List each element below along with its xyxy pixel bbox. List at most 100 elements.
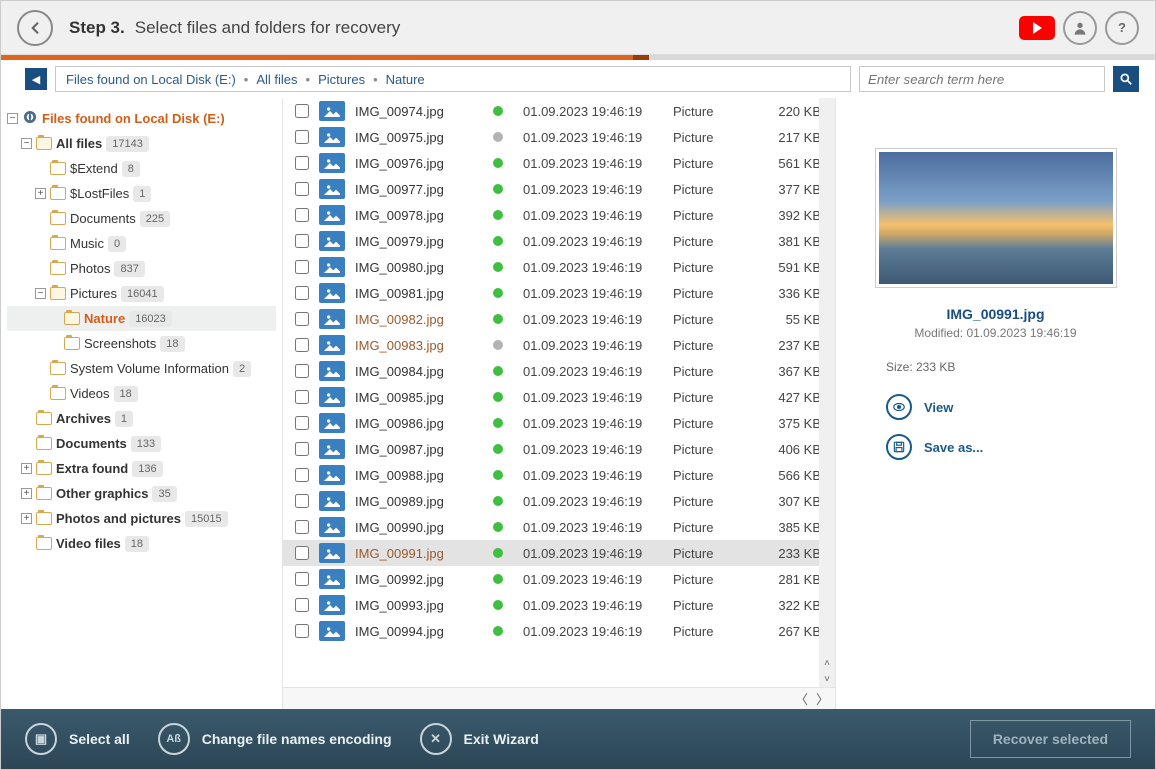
file-row[interactable]: IMG_00985.jpg01.09.2023 19:46:19Picture4… — [283, 384, 835, 410]
file-checkbox[interactable] — [295, 182, 309, 196]
tree-item[interactable]: Screenshots18 — [7, 331, 276, 356]
saveas-button[interactable]: Save as... — [886, 434, 1139, 460]
tree-item[interactable]: System Volume Information2 — [7, 356, 276, 381]
scroll-left-icon[interactable]: 〈 — [795, 689, 808, 708]
file-checkbox[interactable] — [295, 416, 309, 430]
file-row[interactable]: IMG_00979.jpg01.09.2023 19:46:19Picture3… — [283, 228, 835, 254]
tree-item[interactable]: −All files17143 — [7, 131, 276, 156]
vertical-scrollbar[interactable]: ˄ ˅ — [819, 98, 835, 687]
collapse-icon[interactable]: − — [21, 138, 32, 149]
tree-item[interactable]: +Other graphics35 — [7, 481, 276, 506]
file-row[interactable]: IMG_00986.jpg01.09.2023 19:46:19Picture3… — [283, 410, 835, 436]
tree-item-label: Screenshots — [84, 336, 156, 351]
horizontal-scroll[interactable]: 〈 〉 — [283, 687, 835, 709]
file-checkbox[interactable] — [295, 442, 309, 456]
file-size: 392 KB — [755, 208, 821, 223]
tree-item[interactable]: −Files found on Local Disk (E:) — [7, 106, 276, 131]
file-checkbox[interactable] — [295, 520, 309, 534]
file-row[interactable]: IMG_00993.jpg01.09.2023 19:46:19Picture3… — [283, 592, 835, 618]
scroll-up-icon[interactable]: ˄ — [819, 655, 835, 671]
file-row[interactable]: IMG_00989.jpg01.09.2023 19:46:19Picture3… — [283, 488, 835, 514]
file-row[interactable]: IMG_00988.jpg01.09.2023 19:46:19Picture5… — [283, 462, 835, 488]
tree-item[interactable]: Photos837 — [7, 256, 276, 281]
file-checkbox[interactable] — [295, 130, 309, 144]
tree-item[interactable]: Video files18 — [7, 531, 276, 556]
file-row[interactable]: IMG_00987.jpg01.09.2023 19:46:19Picture4… — [283, 436, 835, 462]
scroll-down-icon[interactable]: ˅ — [819, 671, 835, 687]
file-checkbox[interactable] — [295, 286, 309, 300]
tree-item[interactable]: +Photos and pictures15015 — [7, 506, 276, 531]
file-checkbox[interactable] — [295, 624, 309, 638]
file-row[interactable]: IMG_00974.jpg01.09.2023 19:46:19Picture2… — [283, 98, 835, 124]
select-all-button[interactable]: ▣ Select all — [25, 723, 130, 755]
breadcrumb-back-button[interactable]: ◀ — [25, 68, 47, 90]
file-list-pane: IMG_00974.jpg01.09.2023 19:46:19Picture2… — [283, 98, 835, 709]
file-checkbox[interactable] — [295, 312, 309, 326]
file-row[interactable]: IMG_00975.jpg01.09.2023 19:46:19Picture2… — [283, 124, 835, 150]
tree-item[interactable]: −Pictures16041 — [7, 281, 276, 306]
exit-wizard-button[interactable]: ✕ Exit Wizard — [420, 723, 539, 755]
help-icon[interactable]: ? — [1105, 11, 1139, 45]
expand-icon[interactable]: + — [35, 188, 46, 199]
file-checkbox[interactable] — [295, 338, 309, 352]
expand-icon[interactable]: + — [21, 488, 32, 499]
file-checkbox[interactable] — [295, 234, 309, 248]
back-button[interactable] — [17, 10, 53, 46]
view-button[interactable]: View — [886, 394, 1139, 420]
breadcrumb-item[interactable]: Pictures — [318, 72, 365, 87]
expand-icon[interactable]: + — [21, 463, 32, 474]
folder-icon — [36, 512, 52, 525]
file-date: 01.09.2023 19:46:19 — [523, 572, 663, 587]
file-row[interactable]: IMG_00992.jpg01.09.2023 19:46:19Picture2… — [283, 566, 835, 592]
file-row[interactable]: IMG_00991.jpg01.09.2023 19:46:19Picture2… — [283, 540, 835, 566]
search-input[interactable] — [859, 66, 1105, 92]
tree-item[interactable]: Videos18 — [7, 381, 276, 406]
file-name: IMG_00976.jpg — [355, 156, 473, 171]
file-checkbox[interactable] — [295, 364, 309, 378]
preview-filename: IMG_00991.jpg — [852, 306, 1139, 322]
file-checkbox[interactable] — [295, 468, 309, 482]
file-type: Picture — [673, 208, 745, 223]
scroll-right-icon[interactable]: 〉 — [816, 689, 829, 708]
tree-item[interactable]: Documents225 — [7, 206, 276, 231]
file-date: 01.09.2023 19:46:19 — [523, 260, 663, 275]
file-row[interactable]: IMG_00976.jpg01.09.2023 19:46:19Picture5… — [283, 150, 835, 176]
tree-item[interactable]: +Extra found136 — [7, 456, 276, 481]
user-icon[interactable] — [1063, 11, 1097, 45]
tree-item[interactable]: Archives1 — [7, 406, 276, 431]
file-checkbox[interactable] — [295, 572, 309, 586]
file-row[interactable]: IMG_00981.jpg01.09.2023 19:46:19Picture3… — [283, 280, 835, 306]
file-checkbox[interactable] — [295, 208, 309, 222]
file-row[interactable]: IMG_00978.jpg01.09.2023 19:46:19Picture3… — [283, 202, 835, 228]
expand-icon[interactable]: + — [21, 513, 32, 524]
tree-item[interactable]: Music0 — [7, 231, 276, 256]
file-checkbox[interactable] — [295, 390, 309, 404]
file-checkbox[interactable] — [295, 260, 309, 274]
collapse-icon[interactable]: − — [7, 113, 18, 124]
file-checkbox[interactable] — [295, 494, 309, 508]
file-checkbox[interactable] — [295, 546, 309, 560]
tree-item[interactable]: $Extend8 — [7, 156, 276, 181]
tree-item[interactable]: Documents133 — [7, 431, 276, 456]
breadcrumb-item[interactable]: Nature — [386, 72, 425, 87]
file-row[interactable]: IMG_00994.jpg01.09.2023 19:46:19Picture2… — [283, 618, 835, 644]
file-row[interactable]: IMG_00984.jpg01.09.2023 19:46:19Picture3… — [283, 358, 835, 384]
file-checkbox[interactable] — [295, 156, 309, 170]
youtube-icon[interactable] — [1019, 16, 1055, 40]
collapse-icon[interactable]: − — [35, 288, 46, 299]
file-checkbox[interactable] — [295, 598, 309, 612]
file-list[interactable]: IMG_00974.jpg01.09.2023 19:46:19Picture2… — [283, 98, 835, 687]
breadcrumb-item[interactable]: Files found on Local Disk (E:) — [66, 72, 236, 87]
file-row[interactable]: IMG_00990.jpg01.09.2023 19:46:19Picture3… — [283, 514, 835, 540]
file-row[interactable]: IMG_00983.jpg01.09.2023 19:46:19Picture2… — [283, 332, 835, 358]
file-row[interactable]: IMG_00982.jpg01.09.2023 19:46:19Picture5… — [283, 306, 835, 332]
file-checkbox[interactable] — [295, 104, 309, 118]
encoding-button[interactable]: Aß Change file names encoding — [158, 723, 392, 755]
breadcrumb-item[interactable]: All files — [256, 72, 297, 87]
file-row[interactable]: IMG_00977.jpg01.09.2023 19:46:19Picture3… — [283, 176, 835, 202]
recover-selected-button[interactable]: Recover selected — [970, 720, 1131, 758]
file-row[interactable]: IMG_00980.jpg01.09.2023 19:46:19Picture5… — [283, 254, 835, 280]
tree-item[interactable]: Nature16023 — [7, 306, 276, 331]
search-button[interactable] — [1113, 66, 1139, 92]
tree-item[interactable]: +$LostFiles1 — [7, 181, 276, 206]
